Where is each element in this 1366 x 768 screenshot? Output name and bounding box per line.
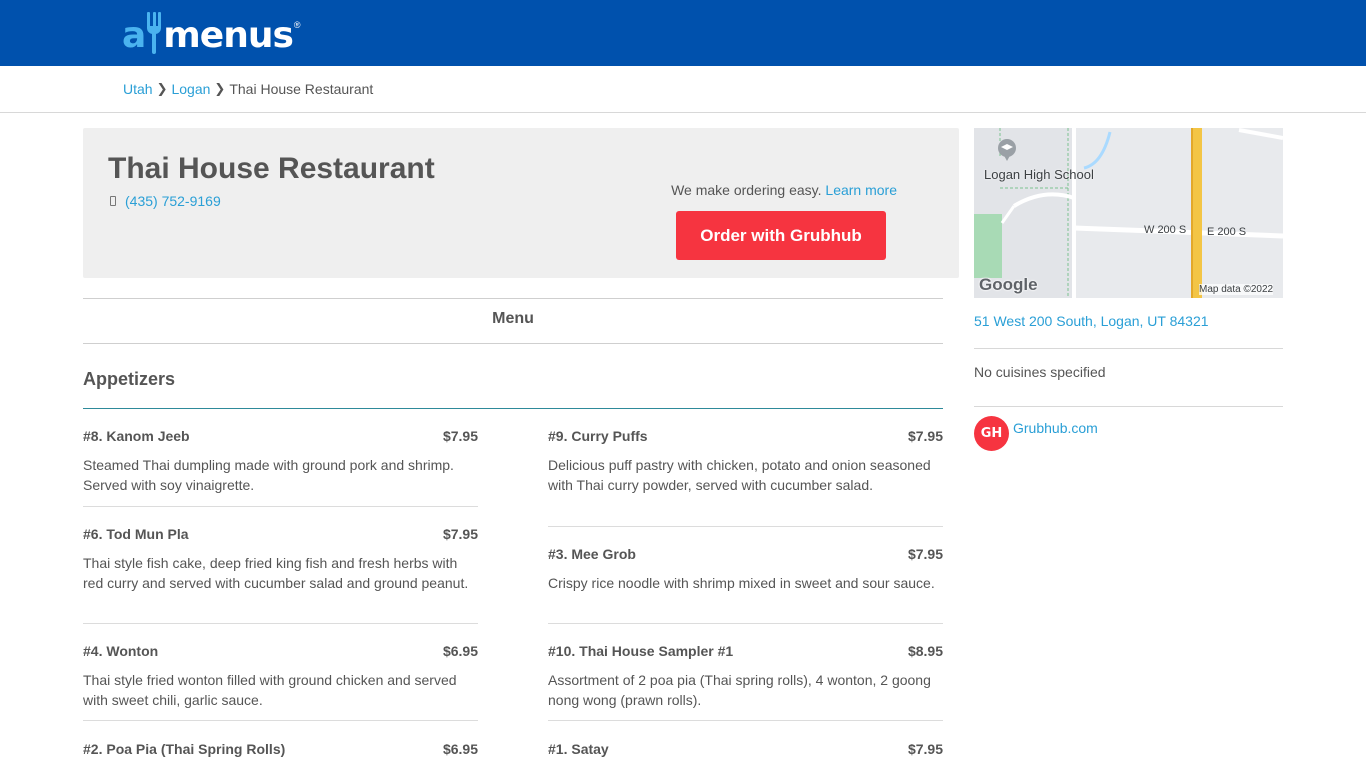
phone-icon — [110, 196, 116, 206]
divider — [83, 623, 478, 624]
menu-item[interactable]: #8. Kanom Jeeb $7.95 Steamed Thai dumplin… — [83, 427, 478, 495]
chevron-right-icon: ❯ — [214, 81, 226, 96]
menu-item-name: #2. Poa Pia (Thai Spring Rolls) — [83, 741, 286, 757]
menu-item-description: Delicious puff pastry with chicken, pota… — [548, 457, 931, 493]
fork-icon — [146, 12, 162, 54]
menu-item-name: #6. Tod Mun Pla — [83, 526, 189, 542]
menu-item-description: Crispy rice noodle with shrimp mixed in … — [548, 575, 935, 591]
google-logo: Google — [979, 275, 1038, 294]
top-nav-bar: a menus ® — [0, 0, 1366, 66]
menu-item-price: $7.95 — [907, 428, 943, 444]
section-title: Appetizers — [83, 369, 176, 389]
breadcrumb-link-state[interactable]: Utah — [123, 81, 153, 97]
restaurant-hero: Thai House Restaurant (435) 752-9169 We … — [83, 128, 959, 278]
phone-number: (435) 752-9169 — [125, 193, 221, 209]
menu-item-name: #1. Satay — [548, 741, 609, 757]
restaurant-name: Thai House Restaurant — [108, 152, 435, 185]
menu-item-price: $7.95 — [907, 546, 943, 562]
divider — [83, 343, 943, 344]
divider — [83, 506, 478, 507]
menu-item-price: $6.95 — [442, 741, 478, 757]
menu-item[interactable]: #4. Wonton $6.95 Thai style fried wonton … — [83, 642, 478, 710]
menu-item[interactable]: #3. Mee Grob $7.95 Crispy rice noodle wit… — [548, 545, 943, 594]
breadcrumb-link-city[interactable]: Logan — [171, 81, 210, 97]
menu-item-name: #4. Wonton — [83, 643, 159, 659]
address-link[interactable]: 51 West 200 South, Logan, UT 84321 — [974, 313, 1209, 329]
menu-item-price: $7.95 — [442, 428, 478, 444]
menu-item-name: #9. Curry Puffs — [548, 428, 648, 444]
tab-menu[interactable]: Menu — [83, 310, 943, 328]
menu-item-name: #8. Kanom Jeeb — [83, 428, 190, 444]
order-with-grubhub-button[interactable]: Order with Grubhub — [676, 211, 886, 260]
allmenus-logo[interactable]: a menus ® — [122, 8, 301, 54]
menu-item-price: $8.95 — [907, 643, 943, 659]
location-map[interactable]: Logan High School W 200 S E 200 S Google… — [974, 128, 1283, 298]
menu-item[interactable]: #1. Satay $7.95 — [548, 740, 943, 758]
menu-item[interactable]: #9. Curry Puffs $7.95 Delicious puff past… — [548, 427, 943, 495]
grubhub-link[interactable]: Grubhub.com — [1013, 420, 1098, 436]
phone-link[interactable]: (435) 752-9169 — [110, 193, 221, 209]
menu-item-price: $7.95 — [907, 741, 943, 757]
breadcrumb-current: Thai House Restaurant — [229, 81, 374, 97]
logo-prefix: a — [122, 15, 146, 56]
section-divider — [83, 408, 943, 409]
divider — [83, 720, 478, 721]
divider — [548, 526, 943, 527]
grubhub-logo-icon: GH — [974, 416, 1009, 451]
divider — [83, 298, 943, 299]
menu-item-description: Steamed Thai dumpling made with ground p… — [83, 457, 454, 493]
logo-registered-mark: ® — [293, 20, 301, 30]
menu-item-description: Thai style fried wonton filled with grou… — [83, 672, 457, 708]
order-promo-text: We make ordering easy. — [671, 182, 822, 198]
menu-item[interactable]: #6. Tod Mun Pla $7.95 Thai style fish cak… — [83, 525, 478, 593]
menu-item-price: $6.95 — [442, 643, 478, 659]
breadcrumb: Utah ❯ Logan ❯ Thai House Restaurant — [123, 80, 373, 98]
divider — [974, 406, 1283, 407]
map-street-label: E 200 S — [1207, 226, 1247, 238]
cuisines-text: No cuisines specified — [974, 364, 1106, 380]
map-street-label: W 200 S — [1144, 224, 1187, 236]
menu-item-description: Thai style fish cake, deep fried king fi… — [83, 555, 469, 591]
map-school-label: Logan High School — [984, 167, 1094, 182]
order-promo: We make ordering easy. Learn more — [671, 182, 897, 198]
learn-more-link[interactable]: Learn more — [825, 182, 897, 198]
map-graphic — [974, 128, 1283, 298]
menu-item-description: Assortment of 2 poa pia (Thai spring rol… — [548, 672, 931, 708]
divider — [548, 720, 943, 721]
divider — [548, 623, 943, 624]
divider — [974, 348, 1283, 349]
logo-brand: menus — [163, 15, 294, 56]
menu-item-price: $7.95 — [442, 526, 478, 542]
menu-item[interactable]: #10. Thai House Sampler #1 $8.95 Assortme… — [548, 642, 943, 710]
chevron-right-icon: ❯ — [156, 81, 168, 96]
menu-item-name: #3. Mee Grob — [548, 546, 636, 562]
menu-item[interactable]: #2. Poa Pia (Thai Spring Rolls) $6.95 — [83, 740, 478, 758]
map-attribution: Map data ©2022 — [1199, 284, 1274, 295]
divider — [0, 112, 1366, 113]
menu-item-name: #10. Thai House Sampler #1 — [548, 643, 734, 659]
